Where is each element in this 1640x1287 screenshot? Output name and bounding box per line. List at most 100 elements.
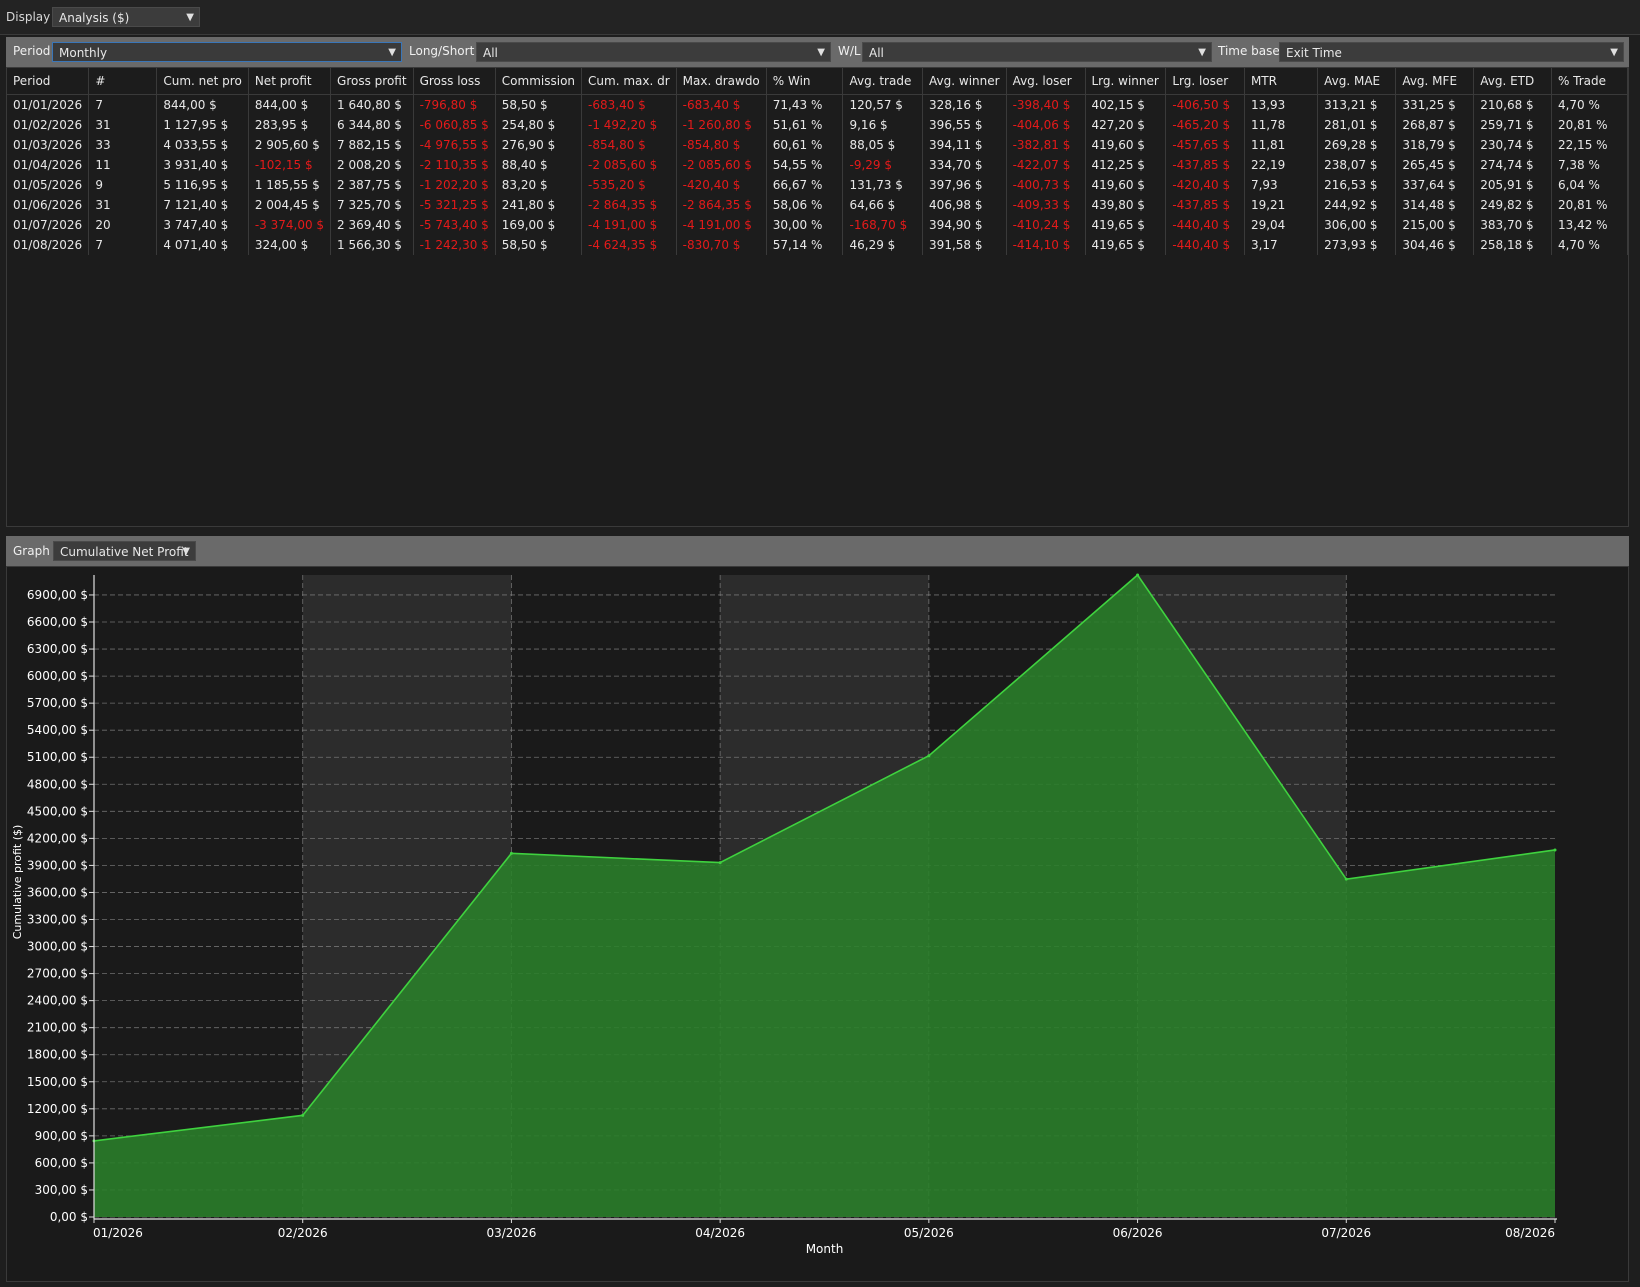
table-cell: -2 085,60 $ [676, 155, 767, 175]
table-cell: 1 566,30 $ [330, 235, 414, 255]
wl-select[interactable]: All ▼ [862, 42, 1212, 62]
table-cell: -683,40 $ [676, 94, 767, 115]
table-cell: 29,04 [1244, 215, 1319, 235]
table-row[interactable]: 01/03/2026 33 4 033,55 $2 905,60 $7 882,15… [7, 135, 1629, 155]
column-header[interactable]: % Trade [1551, 68, 1629, 95]
table-cell: 439,80 $ [1085, 195, 1167, 215]
table-row[interactable]: 01/06/2026 31 7 121,40 $2 004,45 $7 325,70… [7, 195, 1629, 215]
column-header[interactable]: Net profit [248, 68, 332, 95]
performance-table: Period # Cum. net pro Net profit Gross profi… [7, 68, 1629, 255]
display-select[interactable]: Analysis ($) ▼ [52, 7, 200, 27]
column-header[interactable]: Avg. trade [842, 68, 924, 95]
table-cell: 215,00 $ [1395, 215, 1475, 235]
table-cell: -4 191,00 $ [676, 215, 767, 235]
column-header[interactable]: Commission [495, 68, 583, 95]
column-header[interactable]: Period [7, 68, 90, 95]
table-cell: -2 085,60 $ [581, 155, 677, 175]
table-cell: 7,93 [1244, 175, 1319, 195]
column-header[interactable]: Avg. MFE [1395, 68, 1475, 95]
column-header[interactable]: Lrg. loser [1165, 68, 1245, 95]
graph-bar: Graph Cumulative Net Profit ▼ [6, 536, 1629, 566]
table-row[interactable]: 01/02/2026 31 1 127,95 $283,95 $6 344,80 $… [7, 115, 1629, 135]
table-cell: 22,15 % [1551, 135, 1629, 155]
table-cell: 394,11 $ [922, 135, 1007, 155]
cumulative-profit-chart[interactable]: 0,00 $ 300,00 $ 600,00 $ 900,00 $ 1200,00 $ 1… [7, 567, 1628, 1281]
y-tick-label: 5700,00 $ [27, 696, 88, 710]
table-cell: 2 369,40 $ [330, 215, 414, 235]
table-cell: 412,25 $ [1085, 155, 1167, 175]
table-cell: 1 640,80 $ [330, 94, 414, 115]
table-cell: 273,93 $ [1317, 235, 1397, 255]
y-tick-label: 5400,00 $ [27, 723, 88, 737]
column-header[interactable]: # [88, 68, 158, 95]
chart-panel: 0,00 $ 300,00 $ 600,00 $ 900,00 $ 1200,00 $ 1… [6, 566, 1629, 1282]
table-cell: 328,16 $ [922, 94, 1007, 115]
table-cell: 01/08/2026 [7, 235, 90, 255]
table-cell: -854,80 $ [676, 135, 767, 155]
table-cell: 249,82 $ [1473, 195, 1552, 215]
longshort-select[interactable]: All ▼ [476, 42, 831, 62]
table-row[interactable]: 01/07/2026 20 3 747,40 $ -3 374,00 $2 369,4… [7, 215, 1629, 235]
table-cell: 46,29 $ [842, 235, 924, 255]
column-header[interactable]: Avg. winner [922, 68, 1007, 95]
table-cell: 274,74 $ [1473, 155, 1552, 175]
column-header[interactable]: Max. drawdo [676, 68, 767, 95]
table-cell: 3,17 [1244, 235, 1319, 255]
column-header[interactable]: Avg. loser [1006, 68, 1086, 95]
column-header[interactable]: Avg. MAE [1317, 68, 1397, 95]
column-header[interactable]: Cum. max. dr [581, 68, 677, 95]
y-tick-label: 4200,00 $ [27, 831, 88, 845]
table-cell: -440,40 $ [1165, 235, 1245, 255]
column-header[interactable]: MTR [1244, 68, 1319, 95]
table-row[interactable]: 01/04/2026 11 3 931,40 $ -102,15 $2 008,20 … [7, 155, 1629, 175]
table-cell: -3 374,00 $ [248, 215, 332, 235]
y-tick-label: 3300,00 $ [27, 913, 88, 927]
table-row[interactable]: 01/05/2026 9 5 116,95 $1 185,55 $2 387,75 … [7, 175, 1629, 195]
table-cell: 33 [88, 135, 158, 155]
table-cell: -6 060,85 $ [413, 115, 496, 135]
column-header[interactable]: Lrg. winner [1085, 68, 1167, 95]
table-cell: 241,80 $ [495, 195, 583, 215]
period-select[interactable]: Monthly ▼ [52, 42, 402, 62]
table-cell: 20,81 % [1551, 195, 1629, 215]
table-cell: -2 110,35 $ [413, 155, 496, 175]
x-tick-label: 04/2026 [695, 1226, 745, 1240]
table-cell: 844,00 $ [156, 94, 249, 115]
table-cell: 281,01 $ [1317, 115, 1397, 135]
table-cell: 230,74 $ [1473, 135, 1552, 155]
column-header[interactable]: Avg. ETD [1473, 68, 1552, 95]
table-cell: 383,70 $ [1473, 215, 1552, 235]
table-cell: 9 [88, 175, 158, 195]
column-header[interactable]: Gross loss [413, 68, 496, 95]
y-tick-label: 3900,00 $ [27, 858, 88, 872]
table-cell: -1 242,30 $ [413, 235, 496, 255]
timebase-select[interactable]: Exit Time ▼ [1279, 42, 1624, 62]
x-tick-label: 01/2026 [93, 1226, 143, 1240]
chevron-down-icon: ▼ [388, 47, 396, 58]
column-header[interactable]: Gross profit [330, 68, 414, 95]
table-cell: 58,06 % [766, 195, 844, 215]
data-point [509, 851, 513, 855]
table-cell: 334,70 $ [922, 155, 1007, 175]
table-cell: 7 325,70 $ [330, 195, 414, 215]
table-cell: 394,90 $ [922, 215, 1007, 235]
table-cell: 01/05/2026 [7, 175, 90, 195]
graph-select[interactable]: Cumulative Net Profit ▼ [53, 541, 196, 561]
table-row[interactable]: 01/08/2026 7 4 071,40 $324,00 $1 566,30 $ -… [7, 235, 1629, 255]
wl-select-value: All [869, 46, 884, 60]
performance-grid[interactable]: Period # Cum. net pro Net profit Gross profi… [6, 67, 1629, 527]
table-cell: -683,40 $ [581, 94, 677, 115]
table-cell: 64,66 $ [842, 195, 924, 215]
column-header[interactable]: % Win [766, 68, 844, 95]
table-cell: 31 [88, 115, 158, 135]
table-cell: 331,25 $ [1395, 94, 1475, 115]
table-cell: 01/04/2026 [7, 155, 90, 175]
table-cell: 19,21 [1244, 195, 1319, 215]
data-point [1136, 573, 1140, 577]
table-cell: -400,73 $ [1006, 175, 1086, 195]
column-header[interactable]: Cum. net pro [156, 68, 249, 95]
chevron-down-icon: ▼ [1610, 47, 1618, 58]
table-cell: -404,06 $ [1006, 115, 1086, 135]
table-row[interactable]: 01/01/2026 7 844,00 $844,00 $1 640,80 $ -79… [7, 94, 1629, 115]
longshort-select-value: All [483, 46, 498, 60]
